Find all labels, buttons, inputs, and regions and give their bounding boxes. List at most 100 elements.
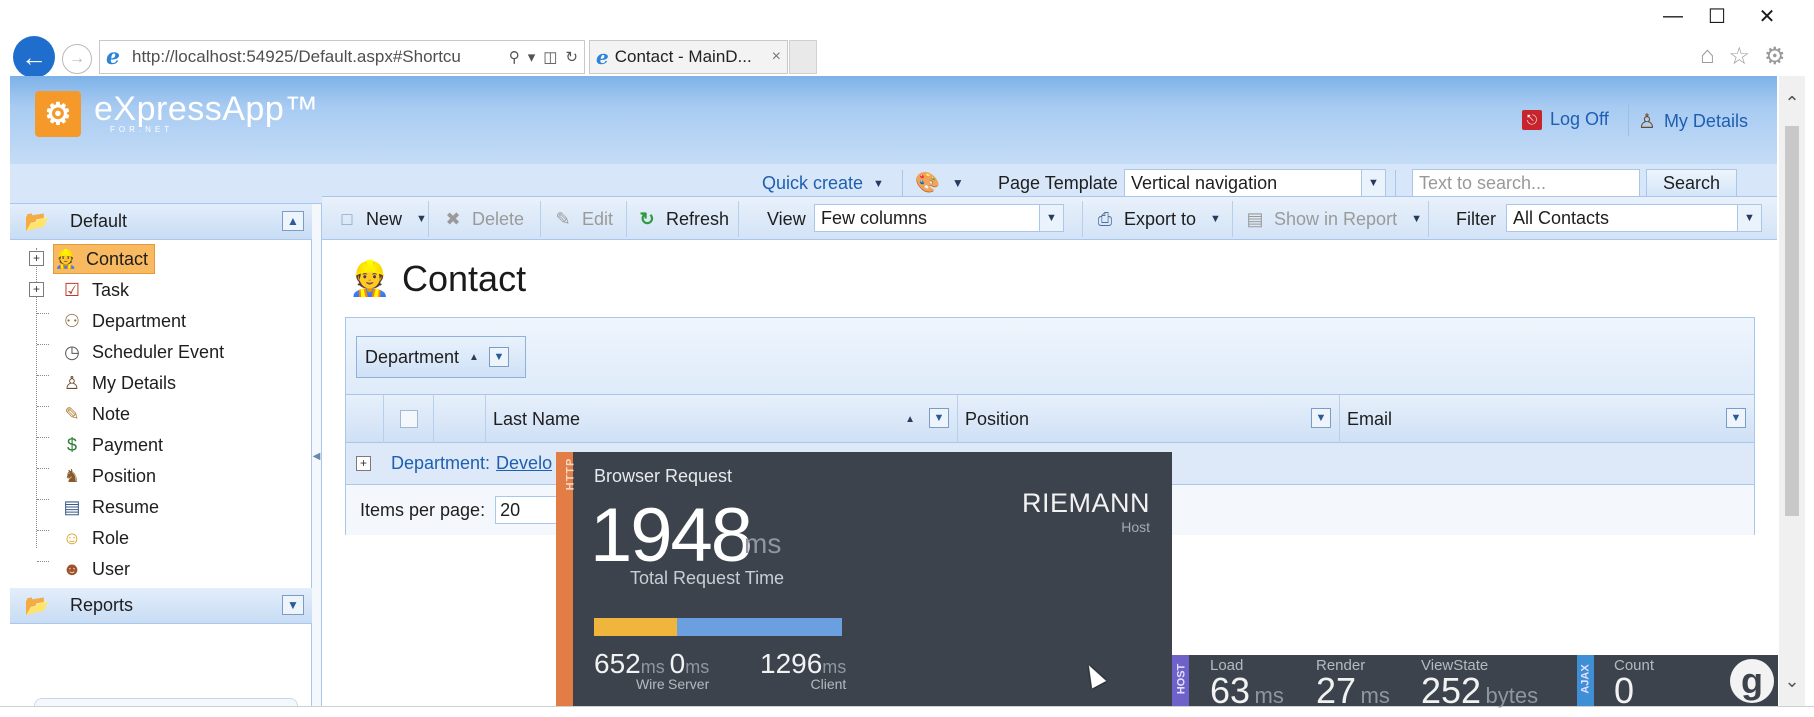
refresh-icon[interactable]: ↻ bbox=[565, 48, 578, 66]
chevron-down-icon[interactable]: ▼ bbox=[1210, 213, 1221, 225]
home-icon[interactable]: ⌂ bbox=[1700, 42, 1715, 71]
nav-item-user[interactable]: ☻ User bbox=[60, 554, 131, 584]
favorites-star-icon[interactable]: ☆ bbox=[1729, 42, 1751, 71]
panel-splitter[interactable]: ◀ bbox=[312, 204, 322, 708]
close-tab-icon[interactable]: × bbox=[772, 48, 787, 66]
metric-value: 1296 bbox=[760, 648, 823, 679]
chevron-down-icon[interactable]: ▼ bbox=[1726, 408, 1746, 428]
expand-group-icon[interactable]: + bbox=[356, 456, 371, 471]
chevron-down-icon[interactable]: ▼ bbox=[1039, 205, 1063, 231]
delete-button[interactable]: ✖ Delete bbox=[442, 205, 524, 233]
nav-item-scheduler-event[interactable]: ◷ Scheduler Event bbox=[60, 337, 224, 367]
report-icon: ▤ bbox=[1246, 208, 1264, 229]
ajax-tag: AJAX bbox=[1577, 655, 1594, 706]
column-header-position[interactable]: Position ▼ bbox=[958, 395, 1340, 443]
glimpse-logo-icon[interactable]: g bbox=[1730, 659, 1774, 703]
refresh-button[interactable]: ↻ Refresh bbox=[636, 205, 729, 233]
metric-value: 0 bbox=[669, 648, 686, 679]
column-header-email[interactable]: Email ▼ bbox=[1340, 395, 1754, 443]
maximize-button[interactable]: ☐ bbox=[1694, 0, 1740, 32]
show-in-report-button[interactable]: ▤ Show in Report ▼ bbox=[1244, 205, 1422, 233]
nav-item-position[interactable]: ♞ Position bbox=[60, 461, 156, 491]
dropdown-arrow-icon[interactable]: ▾ bbox=[528, 48, 536, 66]
new-tab-button[interactable] bbox=[789, 40, 817, 74]
nav-item-label: My Details bbox=[92, 372, 177, 393]
nav-item-department[interactable]: ⚇ Department bbox=[60, 306, 186, 336]
chevron-down-icon[interactable]: ▼ bbox=[488, 347, 509, 367]
nav-group-reports[interactable]: 📂 Reports ▼ bbox=[10, 588, 312, 624]
forward-button[interactable]: → bbox=[62, 44, 92, 74]
search-icon[interactable]: ⚲ bbox=[509, 48, 520, 66]
glimpse-status-bar[interactable]: HOST Load 63 ms Render 27 ms ViewState 2… bbox=[1172, 655, 1778, 709]
expand-task-icon[interactable]: + bbox=[29, 282, 44, 297]
page-template-value: Vertical navigation bbox=[1131, 173, 1278, 193]
browser-tab-active[interactable]: e Contact - MainD... × bbox=[589, 40, 788, 74]
position-icon: ♞ bbox=[63, 465, 81, 486]
back-button[interactable]: ← bbox=[13, 36, 55, 78]
palette-icon: 🎨 bbox=[915, 172, 940, 194]
glimpse-title: Browser Request bbox=[594, 466, 733, 486]
ajax-tag-label: AJAX bbox=[1579, 664, 1592, 694]
collapse-icon[interactable]: ▲ bbox=[282, 211, 304, 231]
separator bbox=[540, 201, 541, 237]
quick-create-dropdown[interactable]: Quick create ▼ bbox=[762, 173, 884, 194]
compat-view-icon[interactable]: ◫ bbox=[543, 48, 557, 66]
search-input[interactable]: Text to search... bbox=[1412, 169, 1640, 197]
theme-chooser-dropdown[interactable]: 🎨 ▼ bbox=[915, 170, 964, 195]
expand-icon[interactable]: ▼ bbox=[282, 595, 304, 615]
tree-line bbox=[37, 499, 49, 500]
group-row-value[interactable]: Develo bbox=[496, 453, 552, 474]
view-select[interactable]: Few columns ▼ bbox=[814, 204, 1064, 232]
nav-group-default[interactable]: 📂 Default ▲ bbox=[10, 204, 312, 240]
clock-icon: ◷ bbox=[64, 341, 80, 362]
nav-item-my-details[interactable]: ♙ My Details bbox=[60, 368, 176, 398]
nav-group-label: Reports bbox=[70, 595, 134, 615]
new-label: New bbox=[366, 208, 403, 229]
view-label: View bbox=[767, 205, 806, 233]
minimize-button[interactable]: — bbox=[1650, 0, 1696, 32]
column-header-last-name[interactable]: Last Name ▲ ▼ bbox=[486, 395, 958, 443]
page-template-select[interactable]: Vertical navigation ▼ bbox=[1124, 169, 1386, 197]
chevron-down-icon[interactable]: ▼ bbox=[1311, 408, 1331, 428]
edit-button[interactable]: ✎ Edit bbox=[552, 205, 613, 233]
items-per-page-select[interactable]: 20 bbox=[495, 496, 558, 524]
folder-icon: 📂 bbox=[24, 211, 50, 233]
search-button[interactable]: Search bbox=[1646, 169, 1737, 197]
tab-title: Contact - MainD... bbox=[614, 47, 752, 66]
vertical-scrollbar[interactable]: ⌃ ⌄ bbox=[1779, 76, 1805, 708]
nav-item-task[interactable]: ☑ Task bbox=[60, 275, 129, 305]
chevron-down-icon[interactable]: ▼ bbox=[1361, 170, 1385, 196]
contact-icon: 👷 bbox=[54, 248, 78, 269]
chevron-down-icon[interactable]: ▼ bbox=[929, 408, 949, 428]
group-by-label: Department bbox=[365, 346, 460, 367]
address-bar[interactable]: e http://localhost:54925/Default.aspx#Sh… bbox=[99, 40, 585, 74]
logoff-link[interactable]: ⎋ Log Off bbox=[1522, 109, 1609, 130]
nav-item-payment[interactable]: $ Payment bbox=[60, 430, 163, 460]
nav-item-role[interactable]: ☺ Role bbox=[60, 523, 129, 553]
settings-gear-icon[interactable]: ⚙ bbox=[1764, 42, 1786, 71]
task-icon: ☑ bbox=[63, 279, 81, 300]
scroll-down-icon[interactable]: ⌄ bbox=[1779, 668, 1805, 694]
scroll-up-icon[interactable]: ⌃ bbox=[1779, 90, 1805, 116]
nav-item-label: Role bbox=[92, 527, 130, 548]
scroll-thumb[interactable] bbox=[1785, 126, 1799, 516]
expand-contact-icon[interactable]: + bbox=[29, 251, 44, 266]
page-template-label: Page Template bbox=[998, 173, 1118, 193]
new-button[interactable]: □ New ▼ bbox=[336, 205, 427, 233]
chevron-down-icon: ▼ bbox=[951, 175, 964, 190]
my-details-link[interactable]: ♙ My Details bbox=[1638, 109, 1748, 134]
export-to-button[interactable]: ⎙ Export to ▼ bbox=[1094, 205, 1221, 233]
nav-item-resume[interactable]: ▤ Resume bbox=[60, 492, 159, 522]
group-by-chip[interactable]: Department ▲ ▼ bbox=[356, 336, 526, 378]
role-icon: ☺ bbox=[62, 527, 82, 548]
chevron-down-icon[interactable]: ▼ bbox=[1411, 213, 1422, 225]
nav-item-contact[interactable]: 👷 Contact bbox=[53, 244, 156, 274]
chevron-down-icon[interactable]: ▼ bbox=[416, 213, 427, 225]
close-window-button[interactable]: ✕ bbox=[1744, 0, 1790, 32]
address-url[interactable]: http://localhost:54925/Default.aspx#Shor… bbox=[132, 47, 492, 67]
select-all-checkbox[interactable] bbox=[399, 410, 418, 428]
filter-select[interactable]: All Contacts ▼ bbox=[1506, 204, 1762, 232]
column-label: Position bbox=[965, 408, 1030, 429]
chevron-down-icon[interactable]: ▼ bbox=[1737, 205, 1761, 231]
nav-item-note[interactable]: ✎ Note bbox=[60, 399, 130, 429]
